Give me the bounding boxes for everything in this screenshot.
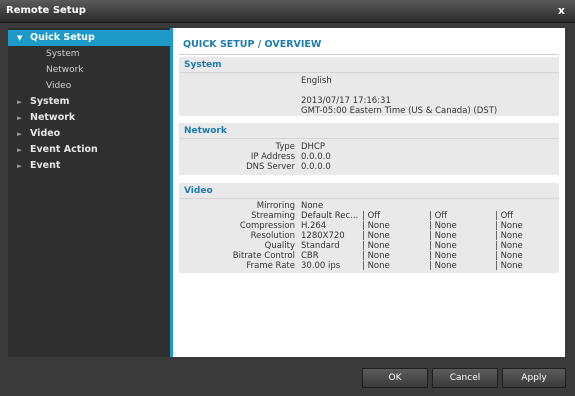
streaming-stream4: | Off bbox=[495, 211, 514, 221]
ip-address-label: IP Address bbox=[250, 152, 295, 162]
resolution-stream2: | None bbox=[362, 231, 390, 241]
bitrate-control-stream1: CBR bbox=[301, 251, 319, 261]
streaming-label: Streaming bbox=[251, 211, 295, 221]
close-icon[interactable]: x bbox=[558, 4, 565, 17]
compression-stream2: | None bbox=[362, 221, 390, 231]
streaming-stream2: | Off bbox=[362, 211, 381, 221]
streaming-stream3: | Off bbox=[429, 211, 448, 221]
sidebar-nav: ▼ Quick Setup System Network Video ► Sys… bbox=[8, 28, 170, 357]
compression-label: Compression bbox=[239, 221, 295, 231]
quality-stream1: Standard bbox=[301, 241, 340, 251]
sidebar-item-label: Video bbox=[30, 128, 61, 139]
compression-stream4: | None bbox=[495, 221, 523, 231]
title-bar: Remote Setup x bbox=[0, 0, 575, 23]
sidebar-item-label: Quick Setup bbox=[30, 32, 95, 43]
collapsed-arrow-icon: ► bbox=[17, 98, 23, 106]
section-heading-system: System bbox=[184, 60, 222, 70]
sidebar-item-system[interactable]: ► System bbox=[8, 94, 170, 110]
section-heading-network: Network bbox=[184, 126, 227, 136]
streaming-stream1: Default Rec... bbox=[301, 211, 359, 221]
collapsed-arrow-icon: ► bbox=[17, 114, 23, 122]
quality-stream3: | None bbox=[429, 241, 457, 251]
resolution-stream3: | None bbox=[429, 231, 457, 241]
sidebar-item-label: System bbox=[30, 96, 70, 107]
compression-stream1: H.264 bbox=[301, 221, 327, 231]
system-section: System English 2013/07/17 17:16:31 GMT-0… bbox=[179, 57, 559, 116]
window-title: Remote Setup bbox=[6, 5, 86, 16]
sidebar-subitem-system[interactable]: System bbox=[46, 46, 80, 62]
frame-rate-stream4: | None bbox=[495, 261, 523, 271]
network-type-label: Type bbox=[275, 142, 295, 152]
datetime-value: 2013/07/17 17:16:31 bbox=[301, 96, 391, 106]
resolution-stream4: | None bbox=[495, 231, 523, 241]
sidebar-item-event-action[interactable]: ► Event Action bbox=[8, 142, 170, 158]
sidebar-subitem-network[interactable]: Network bbox=[46, 62, 84, 78]
resolution-stream1: 1280X720 bbox=[301, 231, 345, 241]
mirroring-label: Mirroring bbox=[256, 201, 295, 211]
bitrate-control-stream4: | None bbox=[495, 251, 523, 261]
content-panel: QUICK SETUP / OVERVIEW System English 20… bbox=[170, 28, 565, 357]
frame-rate-stream2: | None bbox=[362, 261, 390, 271]
dns-server-label: DNS Server bbox=[246, 162, 295, 172]
sidebar-item-label: Network bbox=[30, 112, 76, 123]
section-divider bbox=[179, 72, 559, 73]
sidebar-item-network[interactable]: ► Network bbox=[8, 110, 170, 126]
frame-rate-stream1: 30.00 ips bbox=[301, 261, 341, 271]
apply-button[interactable]: Apply bbox=[502, 368, 566, 388]
expanded-arrow-icon: ▼ bbox=[17, 34, 23, 42]
bitrate-control-label: Bitrate Control bbox=[232, 251, 295, 261]
title-divider bbox=[179, 54, 559, 55]
resolution-label: Resolution bbox=[250, 231, 295, 241]
collapsed-arrow-icon: ► bbox=[17, 130, 23, 138]
cancel-button[interactable]: Cancel bbox=[432, 368, 498, 388]
ip-address-value: 0.0.0.0 bbox=[301, 152, 331, 162]
dns-server-value: 0.0.0.0 bbox=[301, 162, 331, 172]
section-divider bbox=[179, 138, 559, 139]
sidebar-item-event[interactable]: ► Event bbox=[8, 158, 170, 174]
bitrate-control-stream2: | None bbox=[362, 251, 390, 261]
sidebar-item-label: Event bbox=[30, 160, 61, 171]
section-divider bbox=[179, 198, 559, 199]
section-heading-video: Video bbox=[184, 186, 213, 196]
remote-setup-window: Remote Setup x ▼ Quick Setup System Netw… bbox=[0, 0, 575, 396]
quality-stream2: | None bbox=[362, 241, 390, 251]
quality-label: Quality bbox=[264, 241, 295, 251]
sidebar-subitem-video[interactable]: Video bbox=[46, 78, 71, 94]
frame-rate-label: Frame Rate bbox=[246, 261, 295, 271]
collapsed-arrow-icon: ► bbox=[17, 162, 23, 170]
compression-stream3: | None bbox=[429, 221, 457, 231]
bitrate-control-stream3: | None bbox=[429, 251, 457, 261]
quality-stream4: | None bbox=[495, 241, 523, 251]
page-title: QUICK SETUP / OVERVIEW bbox=[183, 39, 322, 50]
network-type-value: DHCP bbox=[301, 142, 325, 152]
network-section: Network Type DHCP IP Address 0.0.0.0 DNS… bbox=[179, 123, 559, 175]
ok-button[interactable]: OK bbox=[362, 368, 428, 388]
sidebar-item-video[interactable]: ► Video bbox=[8, 126, 170, 142]
sidebar-item-label: Event Action bbox=[30, 144, 98, 155]
language-value: English bbox=[301, 76, 332, 86]
timezone-value: GMT-05:00 Eastern Time (US & Canada) (DS… bbox=[301, 106, 498, 116]
frame-rate-stream3: | None bbox=[429, 261, 457, 271]
mirroring-value: None bbox=[301, 201, 324, 211]
video-section: Video Mirroring None Streaming Default R… bbox=[179, 183, 559, 273]
collapsed-arrow-icon: ► bbox=[17, 146, 23, 154]
sidebar-item-quick-setup[interactable]: ▼ Quick Setup bbox=[8, 30, 170, 46]
